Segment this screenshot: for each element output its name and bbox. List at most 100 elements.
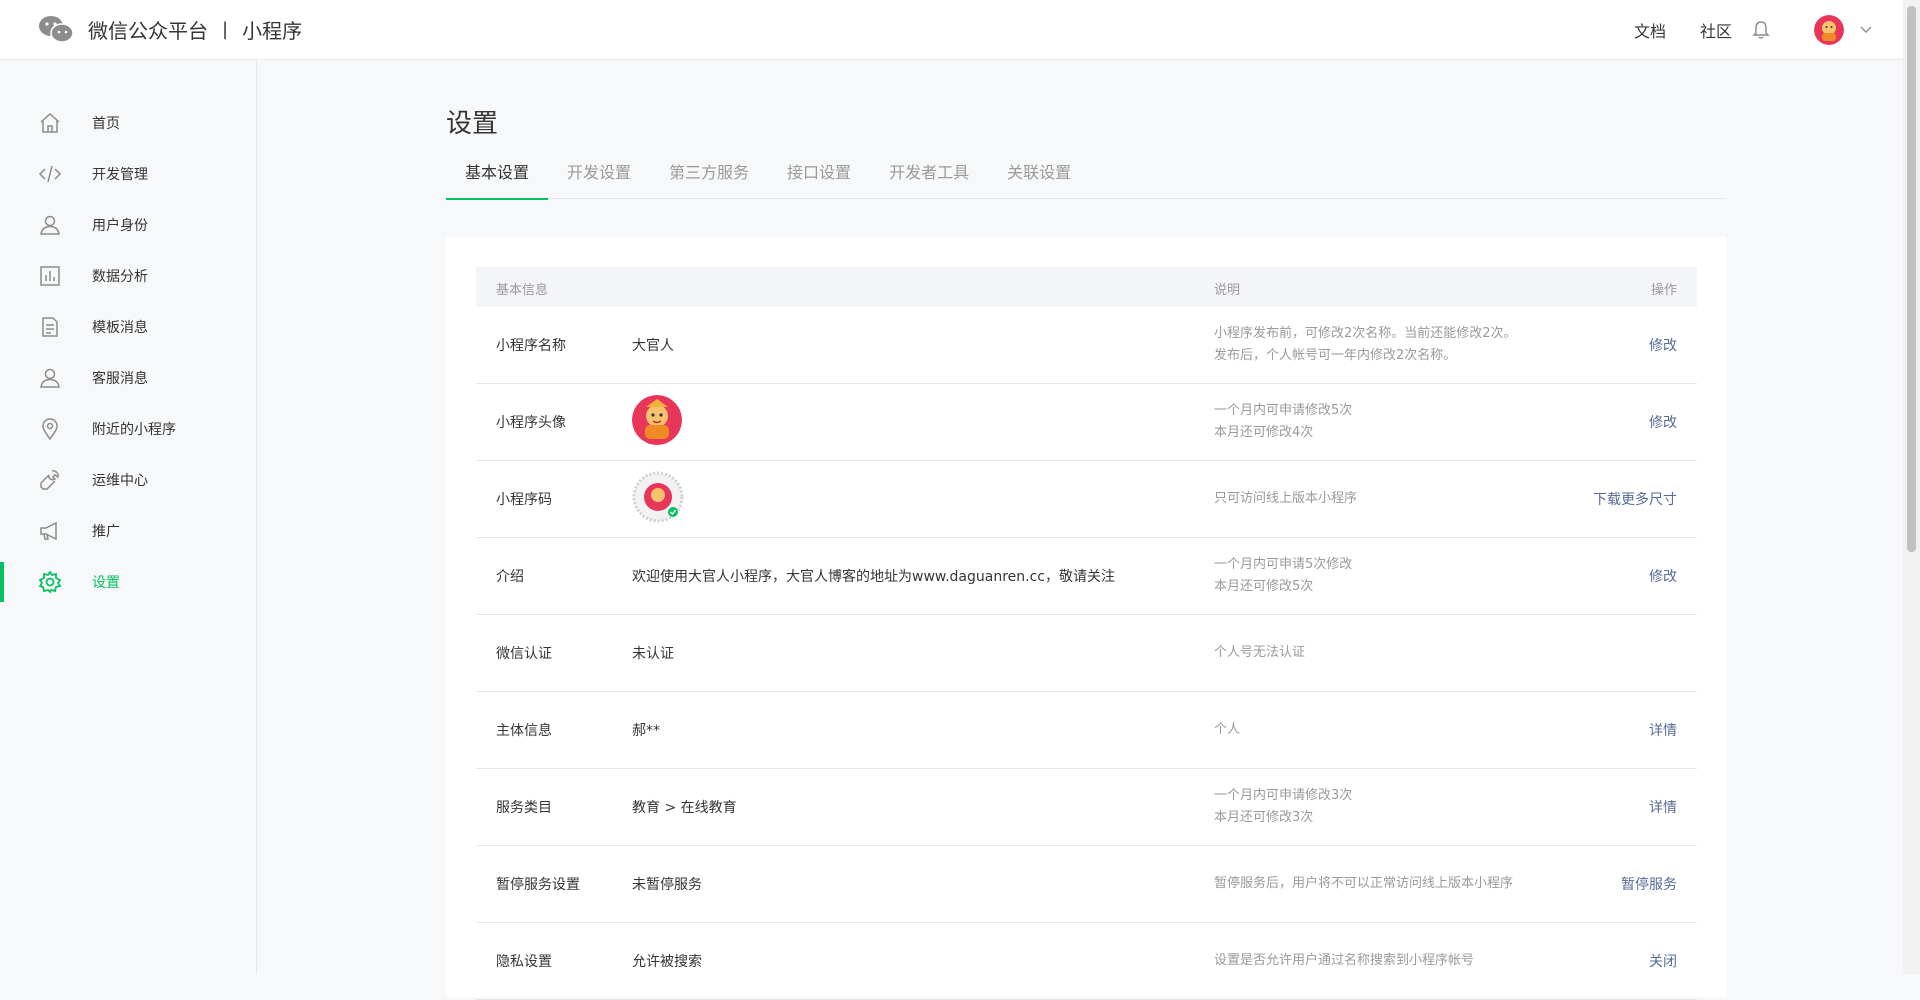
miniprogram-code-image <box>632 471 684 527</box>
tab-third-party[interactable]: 第三方服务 <box>650 161 768 199</box>
sidebar-item-label: 运维中心 <box>92 472 148 489</box>
chart-icon <box>40 265 60 286</box>
description-line: 小程序发布前，可修改2次名称。当前还能修改2次。 <box>1214 326 1517 341</box>
row-description: 一个月内可申请修改5次 本月还可修改4次 <box>1214 400 1574 444</box>
description-line: 个人 <box>1214 722 1241 737</box>
row-value: 教育 > 在线教育 <box>632 800 737 816</box>
settings-card: 基本信息 说明 操作 小程序名称 大官人 小程序发布前，可修改2次名称。当前还能… <box>446 237 1726 1000</box>
sidebar-item-label: 数据分析 <box>92 268 148 285</box>
sidebar-item-label: 附近的小程序 <box>92 421 176 438</box>
description-line: 只可访问线上版本小程序 <box>1214 491 1358 506</box>
top-bar: 微信公众平台 | 小程序 文档 社区 <box>0 0 1920 60</box>
table-row: 微信认证 未认证 个人号无法认证 <box>476 615 1697 692</box>
entity-details-button[interactable]: 详情 <box>1649 720 1677 740</box>
row-label: 小程序头像 <box>496 415 566 431</box>
tab-dev-settings[interactable]: 开发设置 <box>548 161 650 199</box>
row-value: 大官人 <box>632 338 674 354</box>
user-avatar[interactable] <box>1814 15 1844 45</box>
row-label: 主体信息 <box>496 723 552 739</box>
scrollbar-thumb[interactable] <box>1907 6 1916 552</box>
row-label: 小程序名称 <box>496 338 566 354</box>
sidebar-item-dev-management[interactable]: 开发管理 <box>0 148 256 199</box>
tab-basic-settings[interactable]: 基本设置 <box>446 161 549 200</box>
tab-api-settings[interactable]: 接口设置 <box>768 161 870 199</box>
privacy-close-button[interactable]: 关闭 <box>1649 951 1677 971</box>
title-separator: | <box>222 18 229 40</box>
avatar-image <box>632 395 682 445</box>
description-line: 设置是否允许用户通过名称搜索到小程序帐号 <box>1214 953 1475 968</box>
bell-icon[interactable] <box>1752 20 1770 40</box>
support-icon <box>40 368 60 388</box>
header-description: 说明 <box>1214 283 1241 298</box>
wechat-logo-icon <box>39 16 74 43</box>
sidebar-item-data-analysis[interactable]: 数据分析 <box>0 250 256 301</box>
table-row: 服务类目 教育 > 在线教育 一个月内可申请修改3次 本月还可修改3次 详情 <box>476 769 1697 846</box>
table-row: 介绍 欢迎使用大官人小程序，大官人博客的地址为www.daguanren.cc，… <box>476 538 1697 615</box>
tab-link-settings[interactable]: 关联设置 <box>988 161 1090 199</box>
sidebar-item-label: 用户身份 <box>92 217 148 234</box>
suspend-service-button[interactable]: 暂停服务 <box>1621 874 1677 894</box>
edit-name-button[interactable]: 修改 <box>1649 335 1677 355</box>
sidebar-item-nearby[interactable]: 附近的小程序 <box>0 403 256 454</box>
sidebar-nav: 首页 开发管理 用户身份 数据分析 模板消息 客服消息 附近的小程序 运维中心 <box>0 97 256 607</box>
chevron-down-icon[interactable] <box>1860 26 1872 34</box>
tab-dev-tools[interactable]: 开发者工具 <box>870 161 988 199</box>
edit-intro-button[interactable]: 修改 <box>1649 566 1677 586</box>
description-line: 本月还可修改3次 <box>1214 810 1314 825</box>
row-description: 个人 <box>1214 719 1574 741</box>
brand[interactable]: 微信公众平台 | 小程序 <box>38 14 302 44</box>
sidebar-item-label: 首页 <box>92 115 120 132</box>
download-sizes-button[interactable]: 下载更多尺寸 <box>1593 489 1677 509</box>
description-line: 一个月内可申请5次修改 <box>1214 557 1353 572</box>
description-line: 本月还可修改4次 <box>1214 425 1314 440</box>
header-basic-info: 基本信息 <box>496 283 549 298</box>
qr-code-image <box>632 471 684 523</box>
docs-link[interactable]: 文档 <box>1634 18 1666 42</box>
description-line: 发布后，个人帐号可一年内修改2次名称。 <box>1214 348 1457 363</box>
megaphone-icon <box>40 521 57 540</box>
document-icon <box>42 316 58 337</box>
sidebar-item-label: 推广 <box>92 523 120 540</box>
row-label: 隐私设置 <box>496 954 552 970</box>
gear-icon <box>38 569 62 594</box>
sidebar-item-settings[interactable]: 设置 <box>0 556 256 607</box>
row-label: 小程序码 <box>496 492 552 508</box>
sidebar-item-template-messages[interactable]: 模板消息 <box>0 301 256 352</box>
wrench-icon <box>40 469 59 490</box>
row-description: 只可访问线上版本小程序 <box>1214 488 1574 510</box>
row-description: 暂停服务后，用户将不可以正常访问线上版本小程序 <box>1214 873 1634 895</box>
settings-tabs: 基本设置 开发设置 第三方服务 接口设置 开发者工具 关联设置 <box>446 161 1726 200</box>
sidebar: 首页 开发管理 用户身份 数据分析 模板消息 客服消息 附近的小程序 运维中心 <box>0 61 257 974</box>
row-label: 暂停服务设置 <box>496 877 580 893</box>
user-icon <box>40 215 60 235</box>
table-row: 隐私设置 允许被搜索 设置是否允许用户通过名称搜索到小程序帐号 关闭 <box>476 923 1697 1000</box>
description-line: 暂停服务后，用户将不可以正常访问线上版本小程序 <box>1214 876 1514 891</box>
sidebar-item-user-identity[interactable]: 用户身份 <box>0 199 256 250</box>
sidebar-item-promotion[interactable]: 推广 <box>0 505 256 556</box>
description-line: 本月还可修改5次 <box>1214 579 1314 594</box>
community-link[interactable]: 社区 <box>1700 18 1732 42</box>
sidebar-item-label: 客服消息 <box>92 370 148 387</box>
sidebar-item-ops-center[interactable]: 运维中心 <box>0 454 256 505</box>
category-details-button[interactable]: 详情 <box>1649 797 1677 817</box>
row-description: 设置是否允许用户通过名称搜索到小程序帐号 <box>1214 950 1634 972</box>
row-value: 未暂停服务 <box>632 877 702 893</box>
row-description: 小程序发布前，可修改2次名称。当前还能修改2次。 发布后，个人帐号可一年内修改2… <box>1214 323 1574 367</box>
row-label: 微信认证 <box>496 646 552 662</box>
row-description: 一个月内可申请5次修改 本月还可修改5次 <box>1214 554 1574 598</box>
scrollbar[interactable] <box>1903 0 1920 974</box>
page-title: 设置 <box>446 109 499 139</box>
platform-subtitle: 小程序 <box>242 18 303 43</box>
edit-avatar-button[interactable]: 修改 <box>1649 412 1677 432</box>
miniprogram-avatar-image <box>632 395 682 449</box>
table-row: 暂停服务设置 未暂停服务 暂停服务后，用户将不可以正常访问线上版本小程序 暂停服… <box>476 846 1697 923</box>
sidebar-item-home[interactable]: 首页 <box>0 97 256 148</box>
sidebar-item-customer-service[interactable]: 客服消息 <box>0 352 256 403</box>
description-line: 一个月内可申请修改5次 <box>1214 403 1353 418</box>
table-row: 小程序头像 一个月内可申请修改5次 本月还可修改4次 修改 <box>476 384 1697 461</box>
platform-title: 微信公众平台 <box>88 18 208 43</box>
row-value: 允许被搜索 <box>632 954 702 970</box>
row-label: 服务类目 <box>496 800 552 816</box>
description-line: 一个月内可申请修改3次 <box>1214 788 1353 803</box>
row-label: 介绍 <box>496 569 524 585</box>
